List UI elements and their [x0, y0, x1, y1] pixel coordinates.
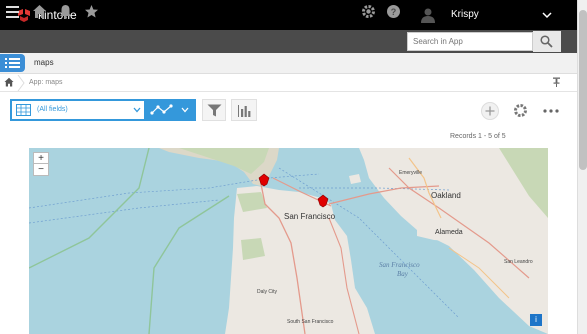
graph-view-button[interactable]	[146, 99, 196, 121]
user-avatar-icon[interactable]	[421, 8, 435, 23]
map-label-oakland: Oakland	[431, 191, 461, 200]
gear-icon[interactable]	[361, 4, 376, 19]
search-button[interactable]	[533, 31, 561, 52]
search-icon	[540, 35, 553, 48]
map-label-bay: Bay	[397, 270, 409, 278]
svg-text:?: ?	[391, 7, 397, 17]
breadcrumb-separator	[17, 75, 25, 91]
app-name: maps	[34, 58, 54, 67]
list-icon	[5, 58, 20, 68]
map-label-emeryville: Emeryville	[399, 170, 422, 176]
map-label-san-francisco: San Francisco	[284, 212, 336, 221]
map-zoom-control: + −	[33, 152, 49, 176]
plus-icon	[485, 106, 495, 116]
map-label-alameda: Alameda	[435, 229, 463, 236]
page-scrollbar[interactable]	[577, 0, 587, 334]
star-icon[interactable]	[84, 4, 99, 19]
map-label-south-sf: South San Francisco	[287, 319, 334, 325]
app-icon[interactable]	[0, 54, 25, 72]
home-icon[interactable]	[4, 77, 14, 87]
map-canvas[interactable]: Oakland San Francisco Alameda Emeryville…	[29, 148, 548, 334]
home-icon[interactable]	[32, 4, 47, 19]
map-label-san-leandro: San Leandro	[504, 259, 533, 265]
app-settings-gear-icon[interactable]	[513, 103, 528, 118]
chevron-down-icon	[133, 107, 141, 113]
bell-icon[interactable]	[58, 4, 73, 19]
help-icon[interactable]: ?	[386, 4, 401, 19]
app-header	[0, 53, 577, 74]
filter-icon	[207, 104, 222, 117]
map-label-sf-bay: San Francisco	[379, 261, 420, 269]
zoom-in-button[interactable]: +	[34, 153, 48, 164]
search-input[interactable]	[407, 32, 533, 51]
map-attribution-button[interactable]: i	[530, 314, 542, 326]
view-select-value: (All fields)	[37, 106, 68, 113]
user-name[interactable]: Krispy	[451, 9, 479, 20]
bar-chart-icon	[238, 105, 251, 117]
pin-icon[interactable]	[552, 77, 561, 87]
zoom-out-button[interactable]: −	[34, 164, 48, 175]
breadcrumb-app[interactable]: App: maps	[29, 79, 62, 86]
chevron-down-icon	[181, 107, 189, 113]
chart-button[interactable]	[231, 99, 257, 121]
map-label-daly-city: Daly City	[257, 289, 278, 295]
scrollbar-thumb[interactable]	[579, 10, 587, 170]
breadcrumb	[0, 74, 577, 92]
table-view-icon	[16, 104, 31, 116]
add-record-button[interactable]	[481, 102, 499, 120]
more-options-icon[interactable]	[543, 109, 559, 113]
filter-button[interactable]	[202, 99, 226, 121]
chevron-down-icon[interactable]	[541, 9, 553, 21]
menu-icon[interactable]	[5, 4, 20, 19]
map-view[interactable]: Oakland San Francisco Alameda Emeryville…	[29, 148, 548, 334]
line-graph-icon	[150, 104, 173, 115]
record-count: Records 1 - 5 of 5	[450, 133, 506, 140]
